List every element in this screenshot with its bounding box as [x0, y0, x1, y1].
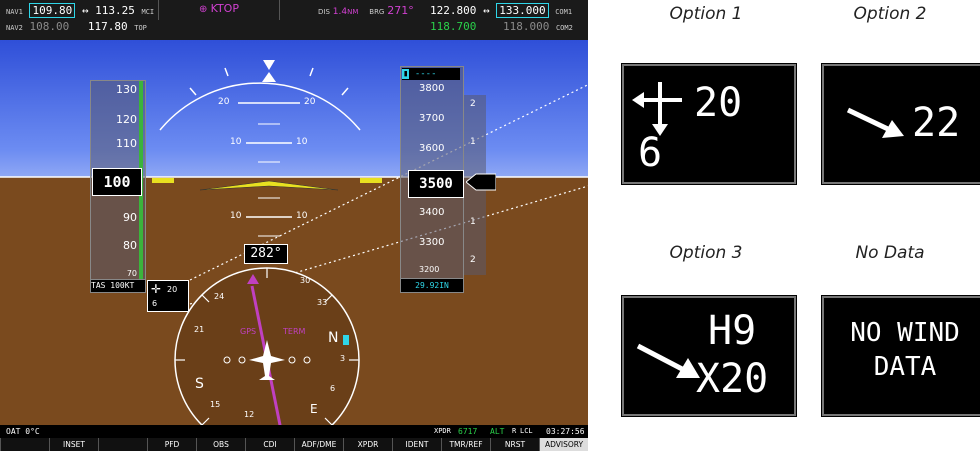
heading-readout: 282° — [244, 244, 288, 264]
softkey-pfd[interactable]: PFD — [147, 438, 196, 451]
oat-readout: OAT 0°C — [6, 427, 40, 436]
compass-number: 12 — [244, 410, 255, 419]
gps-annunciation: GPS — [240, 327, 257, 336]
compass-number: 30 — [300, 276, 311, 285]
option-1-wind-panel: 20 6 — [622, 64, 796, 184]
compass-number: 15 — [210, 400, 221, 409]
compass-number: 33 — [317, 298, 328, 307]
compass-cardinal: E — [310, 402, 318, 416]
pitch-label: 10 — [296, 137, 308, 147]
wind-direction-icon: ✛ — [151, 282, 162, 296]
compass-cardinal: N — [328, 330, 339, 346]
pitch-label: 10 — [230, 137, 242, 147]
compass-cardinal: S — [195, 376, 204, 392]
altitude-tick-label: 3800 — [419, 83, 445, 94]
softkey-ident[interactable]: IDENT — [392, 438, 441, 451]
slip-indicator-icon — [262, 72, 276, 82]
compass-number: 6 — [330, 384, 336, 393]
xpdr-mode: ALT — [490, 427, 505, 436]
baro-setting[interactable]: 29.92IN — [400, 278, 464, 293]
pitch-label: 20 — [304, 97, 316, 107]
altitude-tick-label: 3400 — [419, 207, 445, 218]
option-3-wind-panel: H9 X20 — [622, 296, 796, 416]
pfd-display: NAV1 109.80 ↔ 113.25 MCI NAV2 108.00 117… — [0, 0, 588, 451]
altitude-tick-label: 3700 — [419, 113, 445, 124]
hsi-compass — [174, 267, 360, 451]
option-2-wind-panel: 22 — [822, 64, 980, 184]
selected-altitude-bug-icon: ▮ — [402, 69, 410, 79]
softkey-tmr-ref[interactable]: TMR/REF — [441, 438, 490, 451]
roll-scale-arc — [159, 82, 361, 131]
softkey[interactable] — [0, 438, 49, 451]
softkey-bar: INSET PFD OBS CDI ADF/DME XPDR IDENT TMR… — [0, 438, 588, 451]
airspeed-tick-label: 110 — [116, 137, 137, 150]
softkey-advisory[interactable]: ADVISORY — [539, 438, 588, 451]
option-1-headwind: 20 — [694, 80, 743, 126]
softkey-cdi[interactable]: CDI — [245, 438, 294, 451]
option-2-label: Option 2 — [853, 4, 927, 24]
wind-direction-arrow-icon — [846, 107, 904, 138]
altitude-tick-label: 3300 — [419, 237, 445, 248]
local-time: 03:27:56 — [546, 427, 585, 436]
altitude-tick-label: 3200 — [419, 265, 440, 274]
pitch-label: 10 — [230, 211, 242, 221]
airspeed-tick-label: 90 — [123, 211, 137, 224]
airspeed-tick-label: 80 — [123, 239, 137, 252]
option-2-wind-speed: 22 — [912, 100, 961, 146]
lcl-label: LCL — [520, 427, 533, 435]
vsi-tick-label: 1 — [470, 137, 476, 147]
vsi-tick-label: 2 — [470, 255, 476, 265]
no-data-text: DATA — [873, 352, 937, 382]
airspeed-readout: 100 — [92, 168, 142, 196]
option-3-label: Option 3 — [669, 243, 743, 263]
altitude-tick-label: 3600 — [419, 143, 445, 154]
compass-number: 3 — [340, 354, 346, 363]
vsi-tick-label: 2 — [470, 99, 476, 109]
airspeed-tick-label: 120 — [116, 113, 137, 126]
roll-pointer-icon — [263, 60, 275, 70]
no-wind-data-panel: NO WIND DATA — [822, 296, 980, 416]
softkey-inset[interactable]: INSET — [49, 438, 98, 451]
softkey[interactable] — [98, 438, 147, 451]
option-1-crosswind: 6 — [638, 130, 663, 176]
squawk-code: 6717 — [458, 427, 478, 436]
airspeed-tick-label: 130 — [116, 83, 137, 96]
true-airspeed: TAS 100KT — [90, 279, 146, 293]
softkey-nrst[interactable]: NRST — [490, 438, 539, 451]
softkey-adf-dme[interactable]: ADF/DME — [294, 438, 343, 451]
aircraft-symbol-icon — [199, 180, 339, 191]
option-3-headwind: H9 — [708, 308, 757, 354]
compass-number: 21 — [194, 325, 205, 334]
wind-inset: ✛ 20 6 — [147, 280, 189, 312]
compass-number: 24 — [214, 292, 225, 301]
pitch-label: 10 — [296, 211, 308, 221]
wind-direction-arrow-icon — [636, 343, 700, 378]
xpdr-label: XPDR — [434, 427, 451, 435]
option-1-label: Option 1 — [669, 4, 743, 24]
pitch-label: 20 — [218, 97, 230, 107]
vsi-tick-label: 1 — [470, 217, 476, 227]
altitude-readout: 3500 — [408, 170, 464, 198]
wind-inset-speed: 20 — [167, 285, 178, 294]
vsi-pointer-icon — [466, 173, 496, 191]
selected-altitude[interactable]: ▮ ---- — [402, 68, 460, 80]
option-3-crosswind: X20 — [696, 356, 769, 402]
reply-icon: R — [512, 427, 517, 435]
no-wind-text: NO WIND — [850, 318, 960, 348]
term-annunciation: TERM — [283, 327, 306, 336]
softkey-xpdr[interactable]: XPDR — [343, 438, 392, 451]
wind-inset-crosswind: 6 — [152, 299, 158, 308]
status-row: OAT 0°C XPDR 6717 ALT R LCL 03:27:56 — [0, 425, 588, 438]
airspeed-tick-label: 70 — [126, 269, 137, 278]
no-data-label: No Data — [855, 243, 925, 263]
softkey-obs[interactable]: OBS — [196, 438, 245, 451]
selected-altitude-value: ---- — [414, 69, 437, 79]
